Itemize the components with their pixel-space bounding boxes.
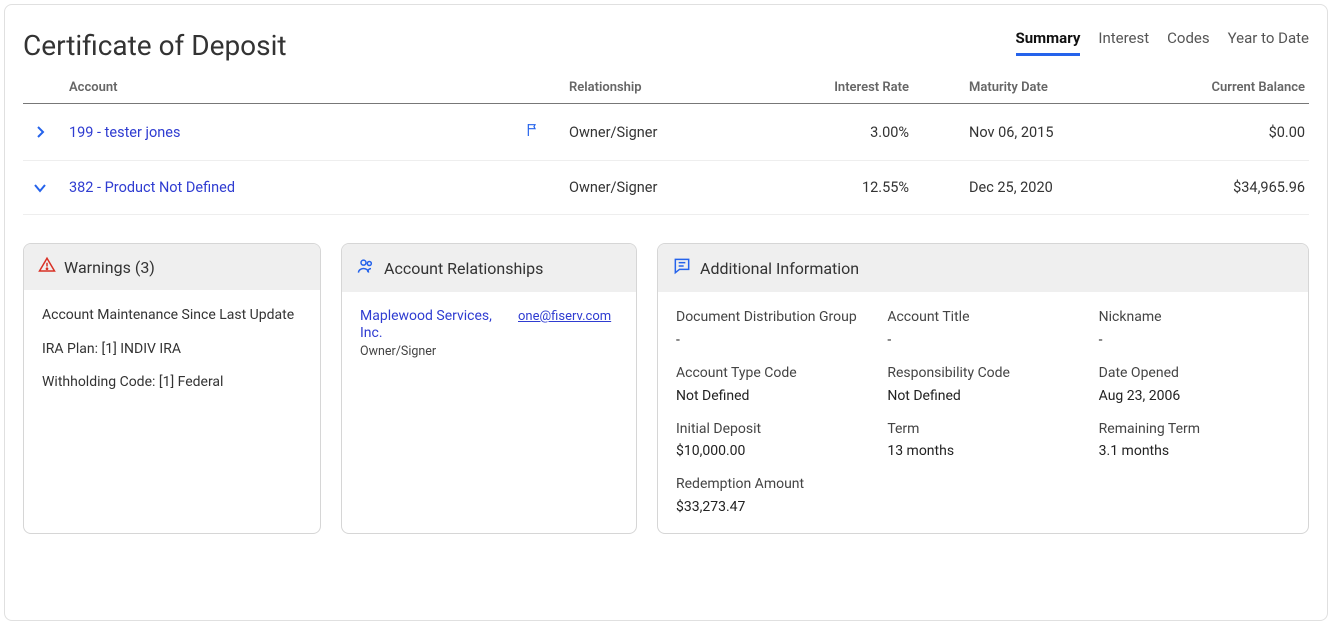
additional-info-card-body: Document Distribution Group - Account Ti… <box>658 292 1308 533</box>
relationships-card-header: Account Relationships <box>342 244 636 292</box>
info-field: Nickname - <box>1099 308 1290 350</box>
chat-icon <box>672 256 692 280</box>
balance-cell: $0.00 <box>1149 124 1309 141</box>
info-field: Date Opened Aug 23, 2006 <box>1099 364 1290 406</box>
table-row: 199 - tester jones Owner/Signer 3.00% No… <box>23 104 1309 161</box>
info-field: Initial Deposit $10,000.00 <box>676 420 867 462</box>
warnings-card-title: Warnings (3) <box>64 258 155 277</box>
account-cell: 382 - Product Not Defined <box>57 179 569 196</box>
tabs: Summary Interest Codes Year to Date <box>1016 29 1309 56</box>
info-field: Responsibility Code Not Defined <box>887 364 1078 406</box>
info-field: Term 13 months <box>887 420 1078 462</box>
account-cell: 199 - tester jones <box>57 122 569 142</box>
info-label: Account Type Code <box>676 364 867 383</box>
info-label: Remaining Term <box>1099 420 1290 439</box>
page-title: Certificate of Deposit <box>23 29 287 62</box>
tab-codes[interactable]: Codes <box>1167 29 1209 56</box>
info-value: 13 months <box>887 442 1078 461</box>
info-label: Nickname <box>1099 308 1290 327</box>
info-value: $10,000.00 <box>676 442 867 461</box>
additional-info-card-title: Additional Information <box>700 259 859 278</box>
info-field: Account Title - <box>887 308 1078 350</box>
info-label: Responsibility Code <box>887 364 1078 383</box>
additional-info-card-header: Additional Information <box>658 244 1308 292</box>
info-label: Account Title <box>887 308 1078 327</box>
rate-cell: 3.00% <box>759 124 949 141</box>
col-header-balance: Current Balance <box>1149 80 1309 95</box>
info-label: Redemption Amount <box>676 475 867 494</box>
relationship-name[interactable]: Maplewood Services, Inc. <box>360 308 504 342</box>
additional-info-card: Additional Information Document Distribu… <box>657 243 1309 534</box>
row-expander[interactable] <box>23 126 57 138</box>
info-field: Redemption Amount $33,273.47 <box>676 475 867 517</box>
detail-cards: Warnings (3) Account Maintenance Since L… <box>23 243 1309 534</box>
info-value: - <box>887 331 1078 350</box>
info-value: $33,273.47 <box>676 498 867 517</box>
info-label: Initial Deposit <box>676 420 867 439</box>
info-value: - <box>1099 331 1290 350</box>
info-label: Date Opened <box>1099 364 1290 383</box>
certificate-of-deposit-panel: Certificate of Deposit Summary Interest … <box>4 4 1328 621</box>
relationships-card: Account Relationships Maplewood Services… <box>341 243 637 534</box>
chevron-right-icon <box>34 126 46 138</box>
people-icon <box>356 256 376 280</box>
relationship-entry: Maplewood Services, Inc. Owner/Signer on… <box>360 308 618 359</box>
account-link[interactable]: 382 - Product Not Defined <box>69 179 235 196</box>
info-value: 3.1 months <box>1099 442 1290 461</box>
header-row: Certificate of Deposit Summary Interest … <box>23 29 1309 62</box>
maturity-cell: Dec 25, 2020 <box>949 179 1149 196</box>
info-value: Aug 23, 2006 <box>1099 387 1290 406</box>
warning-item: IRA Plan: [1] INDIV IRA <box>42 340 302 360</box>
table-row: 382 - Product Not Defined Owner/Signer 1… <box>23 161 1309 215</box>
info-value: - <box>676 331 867 350</box>
relationship-cell: Owner/Signer <box>569 124 759 141</box>
relationship-role: Owner/Signer <box>360 344 504 359</box>
flag-icon[interactable] <box>525 122 541 142</box>
rate-cell: 12.55% <box>759 179 949 196</box>
warnings-card-header: Warnings (3) <box>24 244 320 290</box>
tab-interest[interactable]: Interest <box>1098 29 1149 56</box>
relationships-card-body: Maplewood Services, Inc. Owner/Signer on… <box>342 292 636 533</box>
info-field: Document Distribution Group - <box>676 308 867 350</box>
warning-item: Withholding Code: [1] Federal <box>42 373 302 393</box>
relationship-email[interactable]: one@fiserv.com <box>518 309 611 324</box>
info-field: Remaining Term 3.1 months <box>1099 420 1290 462</box>
chevron-down-icon <box>33 182 47 194</box>
table-header: Account Relationship Interest Rate Matur… <box>23 80 1309 104</box>
warnings-card-body: Account Maintenance Since Last Update IR… <box>24 290 320 533</box>
warnings-card: Warnings (3) Account Maintenance Since L… <box>23 243 321 534</box>
relationships-card-title: Account Relationships <box>384 259 543 278</box>
warning-icon <box>38 256 56 278</box>
balance-cell: $34,965.96 <box>1149 179 1309 196</box>
col-header-account: Account <box>57 80 569 95</box>
info-label: Term <box>887 420 1078 439</box>
tab-summary[interactable]: Summary <box>1016 29 1081 56</box>
account-link[interactable]: 199 - tester jones <box>69 124 180 141</box>
info-label: Document Distribution Group <box>676 308 867 327</box>
col-header-relationship: Relationship <box>569 80 759 95</box>
col-header-rate: Interest Rate <box>759 80 949 95</box>
info-value: Not Defined <box>676 387 867 406</box>
info-field: Account Type Code Not Defined <box>676 364 867 406</box>
row-expander[interactable] <box>23 182 57 194</box>
col-header-maturity: Maturity Date <box>949 80 1149 95</box>
maturity-cell: Nov 06, 2015 <box>949 124 1149 141</box>
info-value: Not Defined <box>887 387 1078 406</box>
relationship-cell: Owner/Signer <box>569 179 759 196</box>
warning-item: Account Maintenance Since Last Update <box>42 306 302 326</box>
tab-year-to-date[interactable]: Year to Date <box>1228 29 1309 56</box>
